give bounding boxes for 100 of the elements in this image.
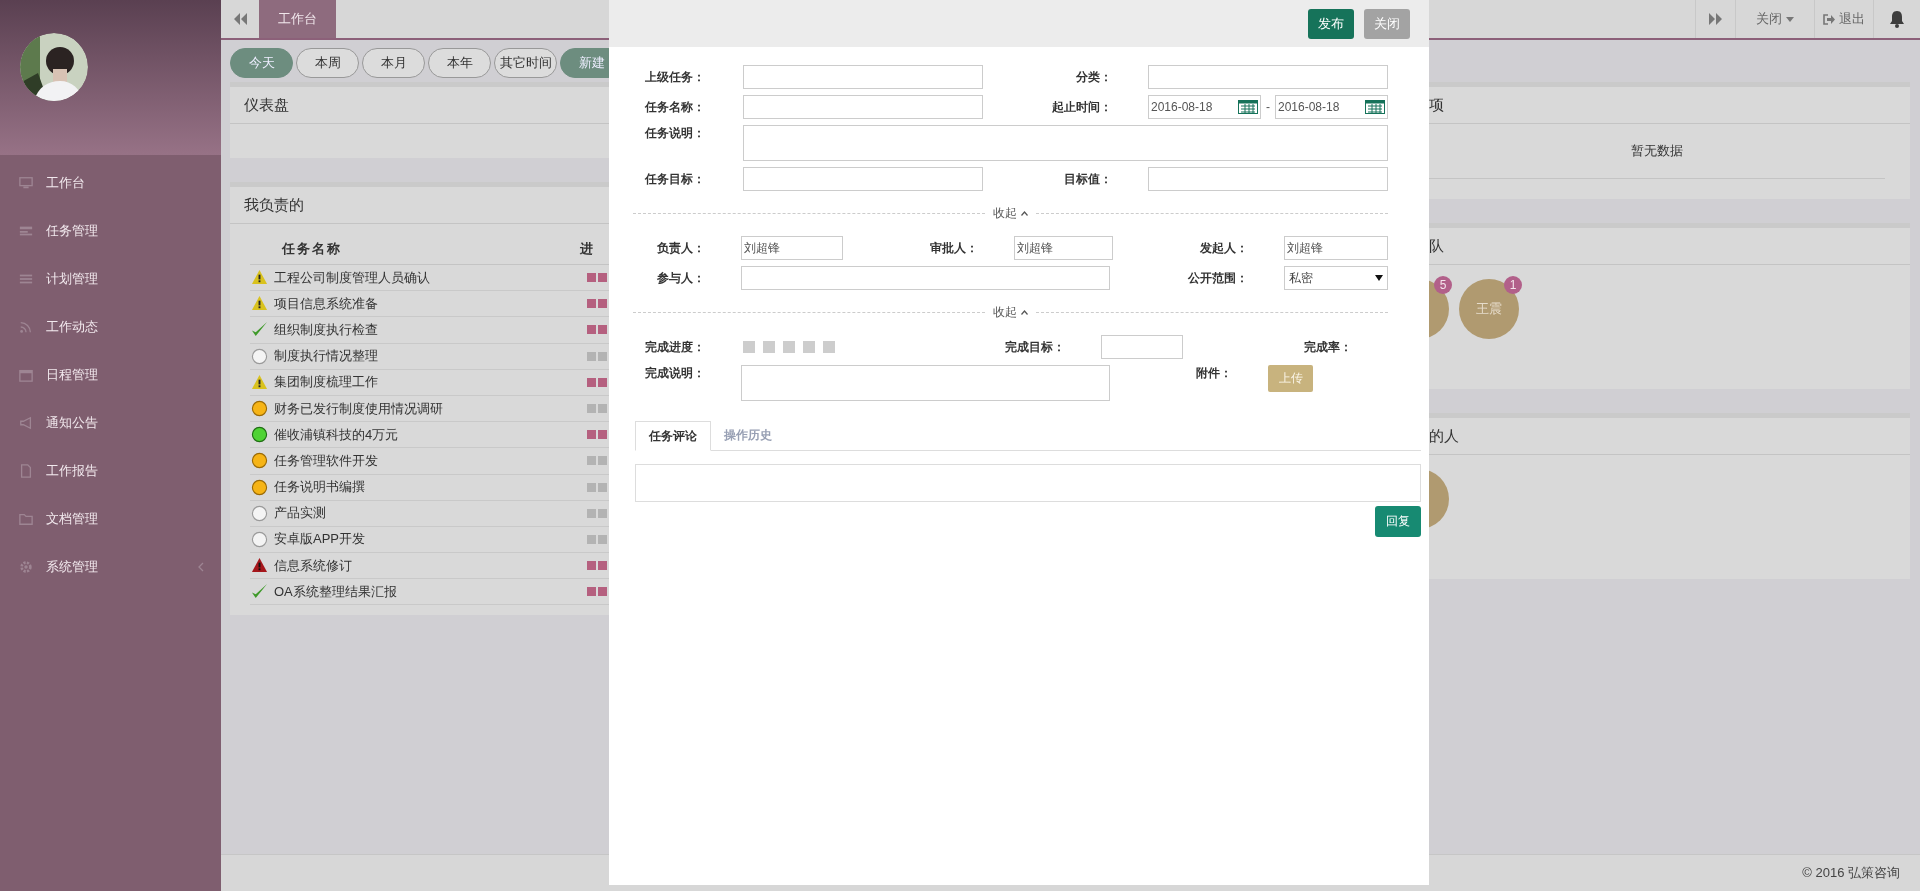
tab[interactable]: 任务评论 [635, 421, 711, 451]
field-label: 完成说明： [645, 365, 706, 382]
card-icon [19, 224, 33, 238]
date-field[interactable]: 2016-08-18 [1275, 95, 1388, 119]
column-header: 进 [580, 240, 593, 258]
input-field[interactable]: 刘超锋 [741, 236, 843, 260]
sidebar-item[interactable]: 系统管理 [0, 543, 221, 591]
document-icon [19, 464, 33, 478]
text-area[interactable] [743, 125, 1388, 161]
sidebar-item[interactable]: 通知公告 [0, 399, 221, 447]
chevron-up-icon [1021, 211, 1028, 216]
calendar-icon [19, 368, 33, 382]
input-field[interactable] [1148, 167, 1388, 191]
panel-title: 项 [1429, 95, 1444, 115]
monitor-icon [19, 176, 33, 190]
panel-title: 队 [1429, 236, 1444, 256]
field-label: 参与人： [656, 269, 706, 287]
reply-button[interactable]: 回复 [1375, 506, 1421, 537]
task-name[interactable]: 集团制度梳理工作 [274, 373, 587, 392]
empty-message: 暂无数据 [1631, 142, 1683, 160]
input-field[interactable] [1101, 335, 1183, 359]
folder-icon [19, 512, 33, 526]
double-right-arrow-icon [1709, 13, 1722, 25]
field-label: 分类： [1075, 68, 1113, 86]
input-field[interactable]: 刘超锋 [1014, 236, 1113, 260]
input-field[interactable] [743, 95, 983, 119]
filter-button[interactable]: 本周 [296, 48, 359, 78]
caret-icon [1786, 16, 1794, 22]
sidebar-item[interactable]: 计划管理 [0, 255, 221, 303]
megaphone-icon [19, 416, 33, 430]
task-name[interactable]: 财务已发行制度使用情况调研 [274, 399, 587, 418]
tab[interactable]: 工作台 [259, 0, 336, 38]
task-name[interactable]: 任务说明书编撰 [274, 478, 587, 497]
count-badge: 5 [1434, 276, 1452, 294]
sidebar-item[interactable]: 工作报告 [0, 447, 221, 495]
field-label: 完成进度： [645, 338, 706, 356]
feed-icon [19, 320, 33, 334]
task-name[interactable]: OA系统整理结果汇报 [274, 582, 587, 601]
column-header: 任务名称 [280, 240, 343, 258]
task-name[interactable]: 组织制度执行检查 [274, 320, 587, 339]
sidebar-item[interactable]: 工作动态 [0, 303, 221, 351]
bell-icon [1888, 10, 1906, 28]
input-field[interactable] [1148, 65, 1388, 89]
collapse-toggle[interactable]: 收起 [993, 205, 1028, 222]
field-label: 上级任务： [645, 68, 706, 86]
field-label: 完成率： [1303, 338, 1353, 356]
collapse-toggle[interactable]: 收起 [993, 304, 1028, 321]
filter-button[interactable]: 本月 [362, 48, 425, 78]
count-badge: 1 [1504, 276, 1522, 294]
filter-button[interactable]: 本年 [428, 48, 491, 78]
field-label: 任务名称： [645, 98, 706, 116]
filter-button[interactable]: 其它时间 [494, 48, 557, 78]
field-label: 发起人： [1199, 239, 1249, 257]
copyright-text: © 2016 弘策咨询 [1802, 864, 1900, 882]
task-name[interactable]: 制度执行情况整理 [274, 347, 587, 366]
field-label: 负责人： [656, 239, 706, 257]
field-label: 任务目标： [645, 170, 706, 188]
input-field[interactable] [743, 167, 983, 191]
progress-track[interactable] [743, 341, 835, 353]
input-field[interactable] [743, 65, 983, 89]
sidebar-item[interactable]: 任务管理 [0, 207, 221, 255]
input-field[interactable]: 刘超锋 [1284, 236, 1388, 260]
caret-icon [1375, 275, 1383, 281]
logout-button[interactable]: 退出 [1814, 0, 1873, 38]
field-label: 审批人： [929, 239, 979, 257]
publish-button[interactable]: 发布 [1308, 8, 1354, 39]
task-name[interactable]: 项目信息系统准备 [274, 294, 587, 313]
member-name: 王震 [1476, 300, 1502, 318]
double-left-arrow-icon [233, 13, 247, 25]
field-label: 目标值： [1063, 170, 1113, 188]
task-name[interactable]: 信息系统修订 [274, 556, 587, 575]
field-label: 附件： [1195, 365, 1233, 382]
visibility-select[interactable]: 私密 [1284, 266, 1388, 290]
field-label: 公开范围： [1187, 269, 1249, 287]
date-field[interactable]: 2016-08-18 [1148, 95, 1261, 119]
range-separator: - [1266, 100, 1270, 114]
sidebar-item[interactable]: 日程管理 [0, 351, 221, 399]
sidebar-item[interactable]: 工作台 [0, 159, 221, 207]
menu-icon [19, 272, 33, 286]
chevron-up-icon [1021, 310, 1028, 315]
comment-box[interactable] [635, 464, 1421, 502]
close-menu-button[interactable]: 关闭 [1735, 0, 1814, 38]
sidebar-item[interactable]: 文档管理 [0, 495, 221, 543]
settings-icon [19, 560, 33, 574]
field-label: 完成目标： [1004, 338, 1066, 356]
field-label: 起止时间： [1051, 98, 1113, 116]
field-label: 任务说明： [645, 125, 706, 142]
calendar-icon[interactable] [1365, 100, 1385, 114]
panel-title: 的人 [1429, 426, 1459, 446]
task-name[interactable]: 任务管理软件开发 [274, 451, 587, 470]
task-name[interactable]: 安卓版APP开发 [274, 530, 587, 549]
calendar-icon[interactable] [1238, 100, 1258, 114]
task-name[interactable]: 产品实测 [274, 504, 587, 523]
input-field[interactable] [741, 266, 1110, 290]
panel-title: 我负责的 [244, 195, 304, 215]
logout-icon [1823, 13, 1835, 25]
task-name[interactable]: 催收浦镇科技的4万元 [274, 425, 587, 444]
text-area[interactable] [741, 365, 1110, 401]
member-avatar[interactable]: 王震 1 [1459, 279, 1519, 339]
task-name[interactable]: 工程公司制度管理人员确认 [274, 268, 587, 287]
